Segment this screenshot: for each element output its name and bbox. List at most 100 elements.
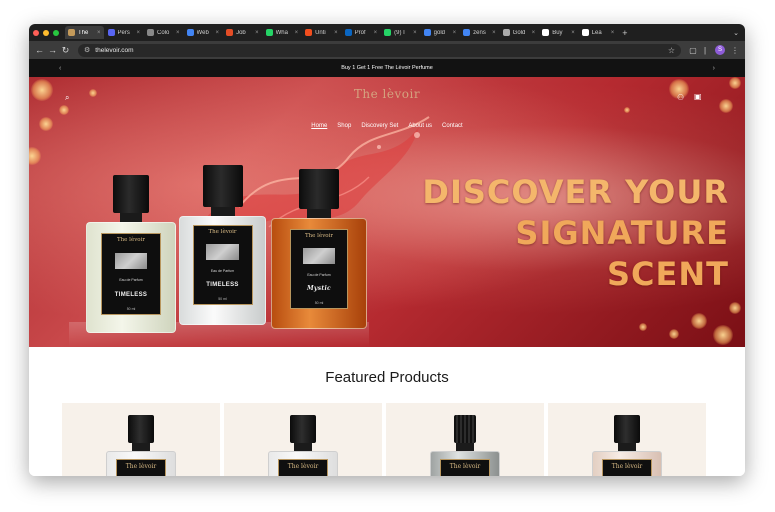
tab-title: gold xyxy=(433,29,445,36)
bottle-label: The lèvoir Eau de Parfum Mystic 50 ml xyxy=(290,229,348,309)
product-brand: The lèvoir xyxy=(611,463,643,470)
tab-title: Prof xyxy=(354,29,366,36)
cart-icon[interactable]: ▣ xyxy=(694,92,702,101)
bokeh-light xyxy=(713,325,733,345)
browser-tab[interactable]: Unti × xyxy=(302,26,341,39)
reload-icon[interactable]: ↻ xyxy=(59,45,72,56)
hero-headline-line1: DISCOVER YOUR xyxy=(422,173,729,211)
tab-close-icon[interactable]: × xyxy=(611,30,615,36)
tab-title: zens xyxy=(473,29,486,36)
tab-title: Lea xyxy=(591,29,602,36)
product-card[interactable]: The lèvoir xyxy=(548,403,706,476)
tab-favicon-icon xyxy=(542,29,550,36)
downloads-icon[interactable]: | xyxy=(699,46,711,55)
browser-tab[interactable]: Web × xyxy=(184,26,223,39)
tab-close-icon[interactable]: × xyxy=(176,30,180,36)
tab-title: (9) I xyxy=(394,29,405,36)
extensions-icon[interactable]: ▢ xyxy=(687,46,699,55)
tab-title: Unti xyxy=(315,29,326,36)
menu-kebab-icon[interactable]: ⋮ xyxy=(729,46,741,55)
bokeh-light xyxy=(669,329,679,339)
tab-title: Pers xyxy=(117,29,130,36)
browser-tab[interactable]: The × xyxy=(65,26,104,39)
tab-search-chevron-icon[interactable]: ⌄ xyxy=(733,29,739,37)
bokeh-light xyxy=(59,105,69,115)
nav-discovery-set[interactable]: Discovery Set xyxy=(361,123,398,129)
tab-strip: The × Pers × Colo × Web × Job × Wha × Unti × Prof × (9) … xyxy=(29,24,745,41)
tab-close-icon[interactable]: × xyxy=(453,30,457,36)
search-icon[interactable]: ⌕ xyxy=(65,93,69,103)
back-arrow-icon[interactable]: ← xyxy=(33,45,46,55)
nav-shop[interactable]: Shop xyxy=(337,123,351,129)
tab-favicon-icon xyxy=(68,29,75,36)
tab-favicon-icon xyxy=(463,29,471,36)
account-icon[interactable]: ⚇ xyxy=(677,93,684,102)
browser-tab[interactable]: Buy × xyxy=(539,26,578,39)
site-info-icon[interactable]: ⚙ xyxy=(84,46,90,54)
bokeh-light xyxy=(691,313,707,329)
bottle-neck xyxy=(120,213,142,222)
nav-about-us[interactable]: About us xyxy=(408,123,432,129)
tab-favicon-icon xyxy=(423,29,431,36)
forward-arrow-icon[interactable]: → xyxy=(46,45,59,55)
browser-tab[interactable]: Prof × xyxy=(342,26,381,39)
product-card[interactable]: The lèvoir xyxy=(224,403,382,476)
tab-favicon-icon xyxy=(305,29,313,36)
address-bar[interactable]: ⚙ thelevoir.com ☆ xyxy=(78,43,681,57)
bookmark-star-icon[interactable]: ☆ xyxy=(668,46,675,55)
tab-close-icon[interactable]: × xyxy=(532,30,536,36)
nav-home[interactable]: Home xyxy=(311,123,327,129)
hero-bottle: The lèvoir Eau de Parfum Mystic 50 ml xyxy=(271,169,367,329)
maximize-window-button[interactable] xyxy=(53,29,59,36)
hero-headline-line2: SIGNATURE SCENT xyxy=(515,214,729,293)
bottle-label: The lèvoir Eau de Parfum TIMELESS 50 ml xyxy=(192,225,253,305)
tab-close-icon[interactable]: × xyxy=(571,30,575,36)
bottle-cap xyxy=(299,169,339,209)
product-card[interactable]: The lèvoir xyxy=(62,403,220,476)
browser-tab[interactable]: Lea × xyxy=(579,26,618,39)
bokeh-light xyxy=(729,302,741,314)
tab-close-icon[interactable]: × xyxy=(137,30,141,36)
nav-contact[interactable]: Contact xyxy=(442,123,463,129)
tab-close-icon[interactable]: × xyxy=(374,30,378,36)
featured-products-section: Featured Products The lèvoir The lèvoir … xyxy=(29,347,745,476)
tab-title: Colo xyxy=(157,29,170,36)
tab-title: Wha xyxy=(275,29,288,36)
tab-close-icon[interactable]: × xyxy=(216,30,220,36)
browser-tab[interactable]: zens × xyxy=(460,26,499,39)
bokeh-light xyxy=(639,323,647,331)
hero-headline: DISCOVER YOUR SIGNATURE SCENT xyxy=(409,172,729,295)
tab-close-icon[interactable]: × xyxy=(97,30,101,36)
bottle-cap xyxy=(202,165,243,207)
browser-tab[interactable]: Pers × xyxy=(105,26,144,39)
product-card[interactable]: The lèvoir xyxy=(386,403,544,476)
tab-close-icon[interactable]: × xyxy=(295,30,299,36)
product-brand: The lèvoir xyxy=(125,463,157,470)
browser-tab[interactable]: gold × xyxy=(421,26,460,39)
browser-tab[interactable]: Job × xyxy=(223,26,262,39)
site-logo[interactable]: The lèvoir xyxy=(29,87,745,101)
announcement-text: Buy 1 Get 1 Free The Lèvoir Perfume xyxy=(341,65,433,71)
announcement-prev-icon[interactable]: ‹ xyxy=(59,65,61,72)
browser-tab[interactable]: Wha × xyxy=(263,26,302,39)
browser-tab[interactable]: Gold × xyxy=(500,26,539,39)
browser-tab[interactable]: (9) I × xyxy=(381,26,420,39)
announcement-next-icon[interactable]: › xyxy=(713,65,715,72)
tab-close-icon[interactable]: × xyxy=(334,30,338,36)
new-tab-button[interactable]: + xyxy=(622,28,627,38)
product-bottle-image: The lèvoir xyxy=(430,415,500,476)
close-window-button[interactable] xyxy=(33,29,39,36)
tab-title: Job xyxy=(236,29,246,36)
tab-close-icon[interactable]: × xyxy=(413,30,417,36)
tab-close-icon[interactable]: × xyxy=(255,30,259,36)
tab-close-icon[interactable]: × xyxy=(492,30,496,36)
tab-favicon-icon xyxy=(581,29,589,36)
tab-title: Web xyxy=(196,29,209,36)
tab-favicon-icon xyxy=(344,29,352,36)
minimize-window-button[interactable] xyxy=(43,29,49,36)
profile-avatar[interactable]: S xyxy=(715,45,725,55)
browser-tab[interactable]: Colo × xyxy=(144,26,183,39)
product-bottle-image: The lèvoir xyxy=(592,415,662,476)
bokeh-light xyxy=(29,147,41,165)
tab-title: Gold xyxy=(512,29,526,36)
